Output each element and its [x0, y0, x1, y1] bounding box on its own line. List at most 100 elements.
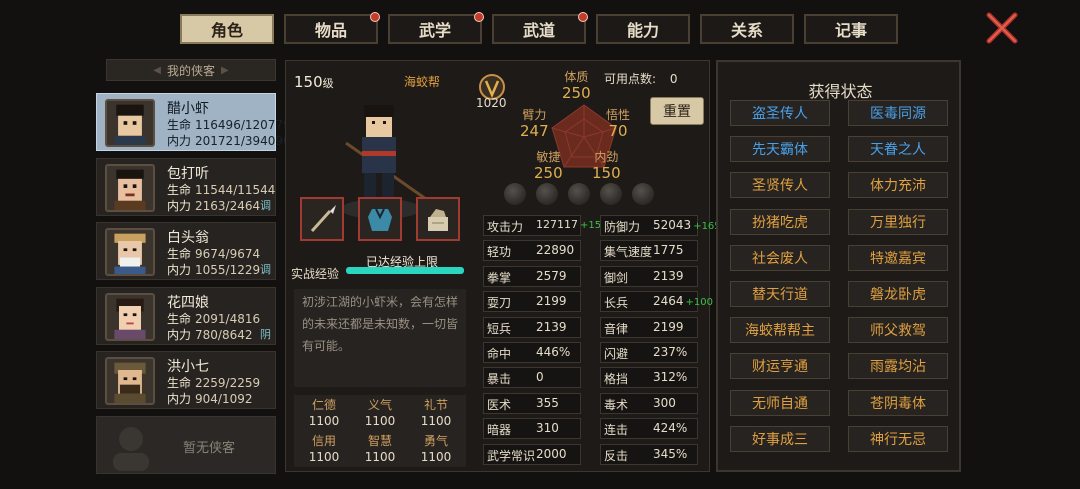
status-item[interactable]: 磐龙卧虎 [848, 281, 948, 307]
status-item[interactable]: 盗圣传人 [730, 100, 830, 126]
stat-value: 2000 [536, 446, 567, 461]
stat-value: 2199 [536, 294, 567, 309]
member-name: 醋小虾 [167, 101, 209, 117]
stat-value: 1775 [653, 243, 684, 258]
tab-label: 物品 [314, 21, 347, 40]
accessory-slot[interactable] [416, 197, 460, 241]
stat-row: 短兵 2139 [483, 316, 581, 338]
status-item[interactable]: 社会废人 [730, 244, 830, 271]
tab-relations[interactable]: 关系 [700, 14, 794, 44]
tab-martial-way[interactable]: 武道 [492, 12, 588, 44]
status-item[interactable]: 雨露均沾 [848, 353, 948, 380]
roster-member[interactable]: 花四娘 生命 2091/4816 内力 780/8642 阴 [96, 287, 276, 345]
status-item[interactable]: 师父救驾 [848, 317, 948, 344]
stat-row: 御剑 2139 [600, 265, 698, 287]
status-item[interactable]: 医毒同源 [848, 100, 948, 126]
spear-icon [310, 205, 336, 233]
stat-value: 2199 [653, 319, 684, 334]
tab-items[interactable]: 物品 [284, 12, 380, 44]
member-hp: 生命 116496/120779 [167, 118, 291, 132]
stat-row: 命中 446% [483, 342, 581, 363]
stat-label: 医术 [487, 397, 512, 412]
status-item[interactable]: 替天行道 [730, 281, 830, 307]
roster-member[interactable]: 洪小七 生命 2259/2259 内力 904/1092 [96, 351, 276, 409]
stat-value: 446% [536, 345, 571, 359]
stat-label: 短兵 [487, 321, 512, 336]
stat-label: 暴击 [487, 372, 512, 387]
status-item[interactable]: 天眷之人 [848, 136, 948, 163]
weapon-slot[interactable] [300, 197, 344, 241]
orb-slot-icon [504, 183, 526, 205]
status-item[interactable]: 海蛟帮帮主 [730, 317, 830, 344]
stat-label: 连击 [604, 423, 629, 438]
orb-slot-icon [600, 183, 622, 205]
stat-value: 312% [653, 370, 688, 385]
stat-label: 长兵 [604, 296, 629, 311]
avatar [105, 357, 155, 405]
tab-journal[interactable]: 记事 [804, 14, 898, 44]
roster-member[interactable]: 包打听 生命 11544/11544 内力 2163/2464 调 [96, 158, 276, 216]
tab-ability[interactable]: 能力 [596, 14, 690, 44]
ornament-icon: ▶ [221, 64, 229, 76]
status-item[interactable]: 万里独行 [848, 208, 948, 235]
tab-label: 角色 [210, 21, 243, 40]
stat-value: 300 [653, 395, 676, 410]
stat-label: 暗器 [487, 423, 512, 438]
status-item[interactable]: 神行无忌 [848, 425, 948, 452]
character-description: 初涉江湖的小虾米，会有怎样的未来还都是未知数，一切皆有可能。 [294, 289, 466, 387]
stat-value: 237% [653, 345, 688, 359]
stat-row: 长兵 2464 +100 [600, 291, 713, 313]
tab-label: 武道 [522, 21, 555, 40]
orb-slot-icon [632, 183, 654, 205]
stat-label: 毒术 [604, 397, 629, 412]
armor-slot[interactable] [358, 197, 402, 241]
stat-value: 2579 [536, 268, 567, 283]
stat-row: 集气速度 1775 [600, 240, 698, 262]
stat-label: 武学常识 [487, 448, 536, 463]
stat-label: 反击 [604, 448, 629, 463]
status-item[interactable]: 特邀嘉宾 [848, 244, 948, 271]
character-panel: 150级 海蛟帮 已达经验上限 实战经验 初涉江湖的小虾米，会有怎样的未来还都是… [285, 60, 727, 472]
roster-member[interactable]: 白头翁 生命 9674/9674 内力 1055/1229 调 [96, 222, 276, 280]
status-item[interactable]: 好事成三 [730, 425, 830, 452]
stat-bonus: +100 [685, 297, 714, 309]
tab-character[interactable]: 角色 [180, 14, 274, 44]
member-mp: 内力 780/8642 [167, 328, 253, 342]
stat-value: 0 [536, 370, 544, 385]
close-icon[interactable] [984, 10, 1020, 46]
virtue-item: 仁德 1100 [308, 398, 340, 428]
tab-label: 能力 [626, 21, 659, 40]
roster-empty-slot[interactable]: 暂无侠客 [96, 416, 276, 474]
member-name: 洪小七 [167, 359, 209, 375]
avatar [105, 293, 155, 341]
status-panel-title: 获得状态 [808, 82, 873, 101]
stat-row: 拳掌 2579 [483, 265, 581, 287]
character-level: 150级 [294, 73, 334, 91]
stat-label: 轻功 [487, 245, 512, 260]
member-status-tag: 调 [260, 199, 271, 212]
status-item[interactable]: 体力充沛 [848, 172, 948, 199]
stat-row: 防御力 52043 +1650 [600, 215, 727, 236]
stat-label: 御剑 [604, 270, 629, 285]
tab-martial-arts[interactable]: 武学 [388, 12, 484, 44]
stat-row: 武学常识 2000 [483, 443, 581, 465]
status-item[interactable]: 圣贤传人 [730, 172, 830, 199]
reset-button[interactable]: 重置 [650, 97, 704, 125]
stat-value: 22890 [536, 243, 575, 258]
ability-constitution: 体质 250 [562, 70, 591, 102]
stat-row: 攻击力 127117 +1500 [483, 215, 614, 236]
stat-row: 连击 424% [600, 418, 698, 440]
status-item[interactable]: 先天霸体 [730, 136, 830, 163]
notification-dot [474, 12, 484, 22]
roster-title: 我的侠客 [166, 63, 215, 78]
roster-member[interactable]: 醋小虾 生命 116496/120779 内力 201721/394090 [96, 93, 291, 151]
member-hp: 生命 9674/9674 [167, 247, 261, 261]
stat-value: 2139 [653, 268, 684, 283]
member-mp: 内力 904/1092 [167, 392, 253, 406]
status-item[interactable]: 苍阴毒体 [848, 389, 948, 416]
status-item[interactable]: 财运亨通 [730, 353, 830, 380]
status-item[interactable]: 无师自通 [730, 389, 830, 416]
status-item[interactable]: 扮猪吃虎 [730, 208, 830, 235]
stat-row: 暗器 310 [483, 418, 581, 440]
member-name: 花四娘 [167, 295, 209, 311]
